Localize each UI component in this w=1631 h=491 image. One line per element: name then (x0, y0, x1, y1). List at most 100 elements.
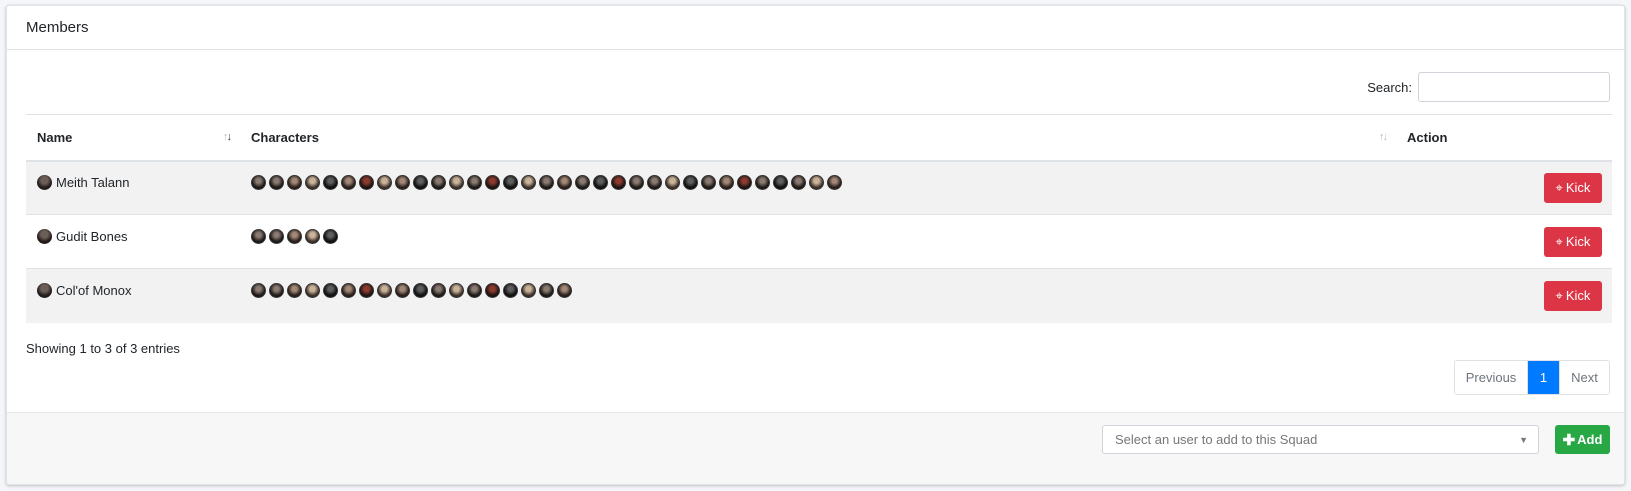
sort-icon: ↑↓ (1379, 131, 1388, 143)
add-user-row: Select an user to add to this Squad ▼ (1102, 425, 1539, 454)
character-avatar (485, 283, 500, 299)
kick-button[interactable]: ⌖ Kick (1544, 280, 1602, 311)
character-avatar (647, 175, 662, 191)
character-avatar (377, 283, 392, 299)
character-avatar (827, 175, 842, 191)
kick-label: Kick (1565, 180, 1591, 196)
character-avatar (503, 283, 518, 299)
character-avatar (449, 175, 464, 191)
member-name-cell: Meith Talann (26, 160, 240, 215)
character-avatar (251, 283, 266, 299)
character-avatar (683, 175, 698, 191)
character-avatar (305, 283, 320, 299)
next-page-button[interactable]: Next (1559, 361, 1609, 394)
character-avatar (485, 175, 500, 191)
kick-button[interactable]: ⌖ Kick (1544, 172, 1602, 203)
character-avatar (341, 175, 356, 191)
character-avatar (539, 175, 554, 191)
character-avatar (431, 283, 446, 299)
character-avatar (557, 283, 572, 299)
character-avatar (737, 175, 752, 191)
character-avatar (755, 175, 770, 191)
search-row: Search: (1367, 72, 1610, 102)
table-row: Meith Talann ⌖ Kick (26, 160, 1612, 215)
character-avatar (305, 229, 320, 244)
member-name: Meith Talann (56, 175, 130, 191)
character-avatar (665, 175, 680, 191)
characters-cell (240, 160, 1396, 215)
search-input[interactable] (1418, 72, 1610, 102)
character-avatar (719, 175, 734, 191)
members-table: Name ↑↓ Characters ↑↓ Action Meith Talan… (26, 114, 1612, 323)
character-avatar (305, 175, 320, 191)
character-avatar (521, 283, 536, 299)
crosshairs-icon: ⌖ (1555, 233, 1563, 249)
add-member-button[interactable]: ✚ Add (1555, 425, 1610, 454)
action-cell: ⌖ Kick (1396, 268, 1612, 323)
pagination: Previous 1 Next (1454, 360, 1610, 395)
avatar (37, 283, 52, 299)
avatar (37, 175, 52, 191)
character-avatar (269, 175, 284, 191)
character-avatar (323, 175, 338, 191)
members-card: Members Search: Name ↑↓ Characters ↑↓ Ac… (6, 5, 1625, 485)
crosshairs-icon: ⌖ (1555, 179, 1563, 195)
card-footer: Select an user to add to this Squad ▼ ✚ … (7, 412, 1624, 484)
character-avatar (593, 175, 608, 191)
column-header-action: Action (1396, 114, 1612, 162)
characters-cell (240, 214, 1396, 269)
user-select[interactable]: Select an user to add to this Squad ▼ (1102, 425, 1539, 454)
character-avatar (359, 283, 374, 299)
character-avatar (359, 175, 374, 191)
character-avatar (557, 175, 572, 191)
caret-down-icon: ▼ (1519, 434, 1528, 445)
card-header: Members (7, 6, 1624, 50)
member-name: Gudit Bones (56, 229, 128, 244)
character-avatar (251, 175, 266, 191)
character-avatar (449, 283, 464, 299)
character-avatar (431, 175, 446, 191)
character-avatar (269, 283, 284, 299)
action-cell: ⌖ Kick (1396, 160, 1612, 215)
character-avatar (575, 175, 590, 191)
character-avatar (467, 175, 482, 191)
character-avatar (539, 283, 554, 299)
character-avatar (629, 175, 644, 191)
page-1-button[interactable]: 1 (1528, 361, 1559, 394)
column-header-characters[interactable]: Characters ↑↓ (240, 114, 1396, 162)
member-name-cell: Gudit Bones (26, 214, 240, 269)
character-avatar (287, 283, 302, 299)
table-row: Gudit Bones ⌖ Kick (26, 214, 1612, 269)
card-title: Members (26, 19, 89, 36)
avatar (37, 229, 52, 244)
character-avatar (395, 175, 410, 191)
table-row: Col'of Monox ⌖ Kick (26, 268, 1612, 323)
plus-icon: ✚ (1562, 431, 1576, 449)
kick-label: Kick (1565, 234, 1591, 249)
kick-label: Kick (1565, 288, 1591, 304)
character-avatar (377, 175, 392, 191)
search-label: Search: (1367, 79, 1412, 95)
character-avatar (413, 175, 428, 191)
character-avatar (809, 175, 824, 191)
character-avatar (269, 229, 284, 244)
character-avatar (341, 283, 356, 299)
character-avatar (287, 229, 302, 244)
previous-page-button[interactable]: Previous (1455, 361, 1528, 394)
column-header-name[interactable]: Name ↑↓ (26, 114, 240, 162)
character-avatar (503, 175, 518, 191)
character-avatar (287, 175, 302, 191)
sort-icon: ↑↓ (223, 131, 232, 143)
user-select-placeholder: Select an user to add to this Squad (1115, 432, 1318, 447)
character-avatar (413, 283, 428, 299)
character-avatar (701, 175, 716, 191)
character-avatar (395, 283, 410, 299)
table-info: Showing 1 to 3 of 3 entries (26, 341, 180, 356)
character-avatar (323, 283, 338, 299)
crosshairs-icon: ⌖ (1555, 287, 1563, 303)
add-label: Add (1577, 432, 1603, 447)
character-avatar (611, 175, 626, 191)
character-avatar (467, 283, 482, 299)
character-avatar (521, 175, 536, 191)
kick-button[interactable]: ⌖ Kick (1544, 226, 1602, 257)
